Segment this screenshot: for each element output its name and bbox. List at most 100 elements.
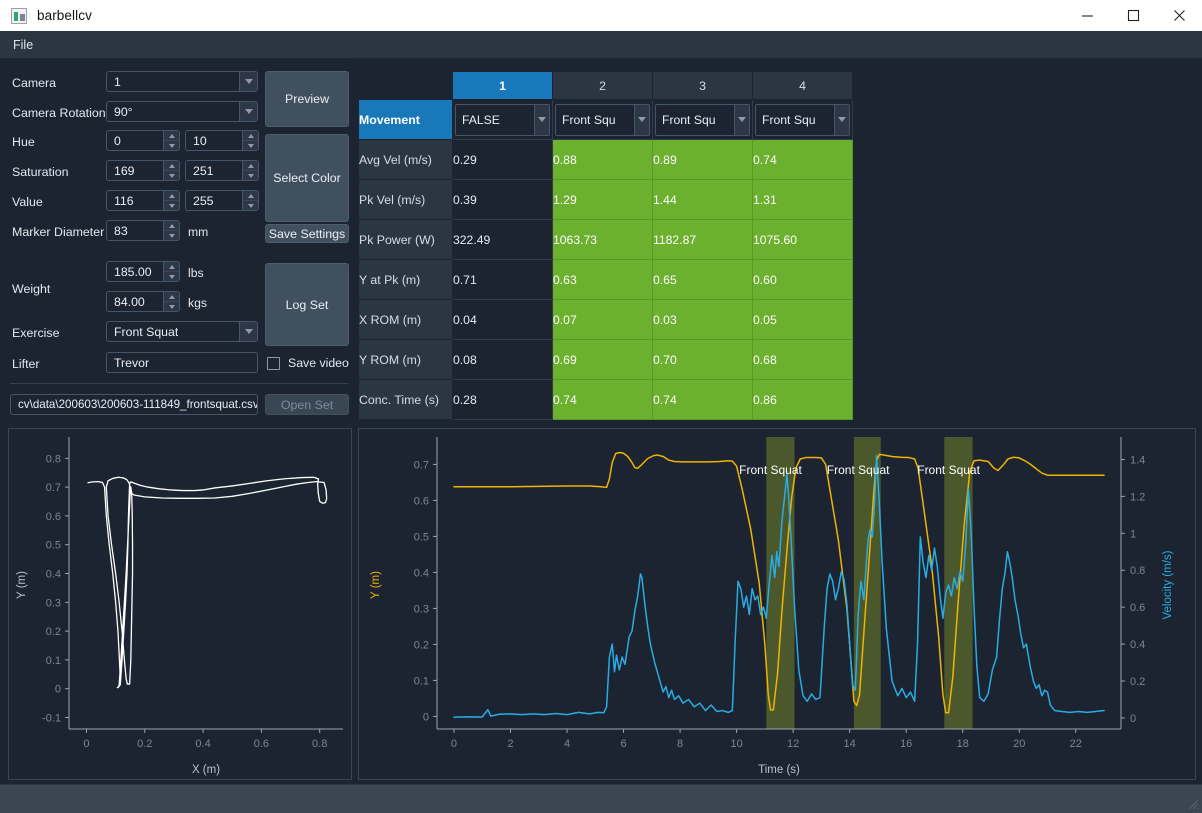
column-header-4[interactable]: 4 xyxy=(752,72,853,100)
save-video-checkbox[interactable]: Save video xyxy=(267,356,349,370)
chevron-down-icon[interactable] xyxy=(534,104,549,135)
maximize-icon[interactable] xyxy=(1110,0,1156,31)
weight-lbs-value: 185.00 xyxy=(114,264,152,279)
hue-max-stepper[interactable]: 10 xyxy=(185,130,259,151)
data-cell[interactable]: 1075.60 xyxy=(752,219,853,260)
menu-item-file[interactable]: File xyxy=(4,35,42,55)
data-cell[interactable]: 0.74 xyxy=(752,139,853,180)
camera-rotation-label: Camera Rotation xyxy=(12,106,106,120)
data-cell[interactable]: 0.86 xyxy=(752,379,853,420)
column-header-1[interactable]: 1 xyxy=(452,72,553,100)
file-path-input[interactable]: cv\data\200603\200603-111849_frontsquat.… xyxy=(10,394,258,415)
bar-path-plot[interactable]: -0.1 0 0.1 0.2 0.3 0.4 0.5 0.6 0.7 0.8 0 0.2 0.4 0.6 0… xyxy=(8,428,352,780)
data-cell[interactable]: 0.39 xyxy=(452,179,553,220)
svg-text:12: 12 xyxy=(787,738,799,750)
movement-select-3[interactable]: Front Squ xyxy=(655,103,750,136)
data-cell[interactable]: 0.88 xyxy=(552,139,653,180)
data-cell[interactable]: 0.68 xyxy=(752,339,853,380)
stepper-arrows[interactable] xyxy=(242,161,258,180)
data-cell[interactable]: 0.69 xyxy=(552,339,653,380)
stepper-arrows[interactable] xyxy=(163,221,179,240)
movement-cell-2[interactable]: Front Squ xyxy=(552,99,653,140)
exercise-label: Exercise xyxy=(12,326,60,340)
marker-diameter-stepper[interactable]: 83 xyxy=(106,220,180,241)
data-cell[interactable]: 0.05 xyxy=(752,299,853,340)
data-cell[interactable]: 0.71 xyxy=(452,259,553,300)
movement-cell-1[interactable]: FALSE xyxy=(452,99,553,140)
value-min-stepper[interactable]: 116 xyxy=(106,190,180,211)
resize-grip-icon[interactable] xyxy=(1185,796,1199,810)
chevron-down-icon[interactable] xyxy=(834,104,849,135)
data-cell[interactable]: 0.07 xyxy=(552,299,653,340)
data-cell[interactable]: 0.74 xyxy=(552,379,653,420)
chevron-down-icon[interactable] xyxy=(239,72,257,91)
stepper-arrows[interactable] xyxy=(242,191,258,210)
stepper-arrows[interactable] xyxy=(163,131,179,150)
saturation-max-stepper[interactable]: 251 xyxy=(185,160,259,181)
movement-select-1[interactable]: FALSE xyxy=(455,103,550,136)
saturation-max-value: 251 xyxy=(193,163,214,178)
chevron-down-icon[interactable] xyxy=(634,104,649,135)
data-cell[interactable]: 0.29 xyxy=(452,139,553,180)
stepper-arrows[interactable] xyxy=(163,262,179,281)
data-cell[interactable]: 0.04 xyxy=(452,299,553,340)
data-cell[interactable]: 0.74 xyxy=(652,379,753,420)
weight-kgs-stepper[interactable]: 84.00 xyxy=(106,291,180,312)
saturation-min-stepper[interactable]: 169 xyxy=(106,160,180,181)
data-cell[interactable]: 0.60 xyxy=(752,259,853,300)
camera-rotation-select[interactable]: 90° xyxy=(106,101,258,122)
data-cell[interactable]: 0.28 xyxy=(452,379,553,420)
svg-text:Velocity (m/s): Velocity (m/s) xyxy=(1162,550,1174,619)
save-video-label: Save video xyxy=(288,356,349,370)
stepper-arrows[interactable] xyxy=(242,131,258,150)
chevron-down-icon[interactable] xyxy=(239,102,257,121)
value-max-stepper[interactable]: 255 xyxy=(185,190,259,211)
data-cell[interactable]: 0.70 xyxy=(652,339,753,380)
log-set-button[interactable]: Log Set xyxy=(265,263,349,346)
data-cell[interactable]: 0.03 xyxy=(652,299,753,340)
data-cell[interactable]: 322.49 xyxy=(452,219,553,260)
svg-text:18: 18 xyxy=(957,738,969,750)
data-cell[interactable]: 0.08 xyxy=(452,339,553,380)
svg-text:0.2: 0.2 xyxy=(46,626,61,638)
row-header-movement: Movement xyxy=(358,99,453,140)
data-cell[interactable]: 1182.87 xyxy=(652,219,753,260)
hue-min-value: 0 xyxy=(114,133,121,148)
svg-text:Time (s): Time (s) xyxy=(758,764,800,776)
data-cell[interactable]: 1.29 xyxy=(552,179,653,220)
velocity-time-svg: 0 0.1 0.2 0.3 0.4 0.5 0.6 0.7 0 0.2 0.4 0.6 0.8 1 1.2 1… xyxy=(359,429,1195,779)
stepper-arrows[interactable] xyxy=(163,161,179,180)
column-header-3[interactable]: 3 xyxy=(652,72,753,100)
select-color-button[interactable]: Select Color xyxy=(265,134,349,222)
chevron-down-icon[interactable] xyxy=(734,104,749,135)
camera-select[interactable]: 1 xyxy=(106,71,258,92)
table-column-header-row: 1 2 3 4 xyxy=(358,72,853,100)
stepper-arrows[interactable] xyxy=(163,292,179,311)
save-settings-button[interactable]: Save Settings xyxy=(265,224,349,243)
minimize-icon[interactable] xyxy=(1064,0,1110,31)
data-cell[interactable]: 1.44 xyxy=(652,179,753,220)
preview-button[interactable]: Preview xyxy=(265,71,349,127)
open-set-button[interactable]: Open Set xyxy=(265,394,349,415)
velocity-time-plot[interactable]: 0 0.1 0.2 0.3 0.4 0.5 0.6 0.7 0 0.2 0.4 0.6 0.8 1 1.2 1… xyxy=(358,428,1196,780)
data-cell[interactable]: 1063.73 xyxy=(552,219,653,260)
data-cell[interactable]: 0.89 xyxy=(652,139,753,180)
data-cell[interactable]: 1.31 xyxy=(752,179,853,220)
column-header-2[interactable]: 2 xyxy=(552,72,653,100)
stepper-arrows[interactable] xyxy=(163,191,179,210)
close-icon[interactable] xyxy=(1156,0,1202,31)
movement-cell-4[interactable]: Front Squ xyxy=(752,99,853,140)
chevron-down-icon[interactable] xyxy=(239,322,257,341)
weight-lbs-stepper[interactable]: 185.00 xyxy=(106,261,180,282)
movement-select-4[interactable]: Front Squ xyxy=(755,103,850,136)
data-cell[interactable]: 0.65 xyxy=(652,259,753,300)
lifter-input[interactable]: Trevor xyxy=(106,352,258,373)
data-cell[interactable]: 0.63 xyxy=(552,259,653,300)
table-row: Pk Power (W) 322.49 1063.73 1182.87 1075… xyxy=(358,219,853,260)
svg-text:X (m): X (m) xyxy=(192,764,220,776)
movement-cell-3[interactable]: Front Squ xyxy=(652,99,753,140)
hue-min-stepper[interactable]: 0 xyxy=(106,130,180,151)
movement-select-2[interactable]: Front Squ xyxy=(555,103,650,136)
exercise-select[interactable]: Front Squat xyxy=(106,321,258,342)
saturation-label: Saturation xyxy=(12,165,69,179)
